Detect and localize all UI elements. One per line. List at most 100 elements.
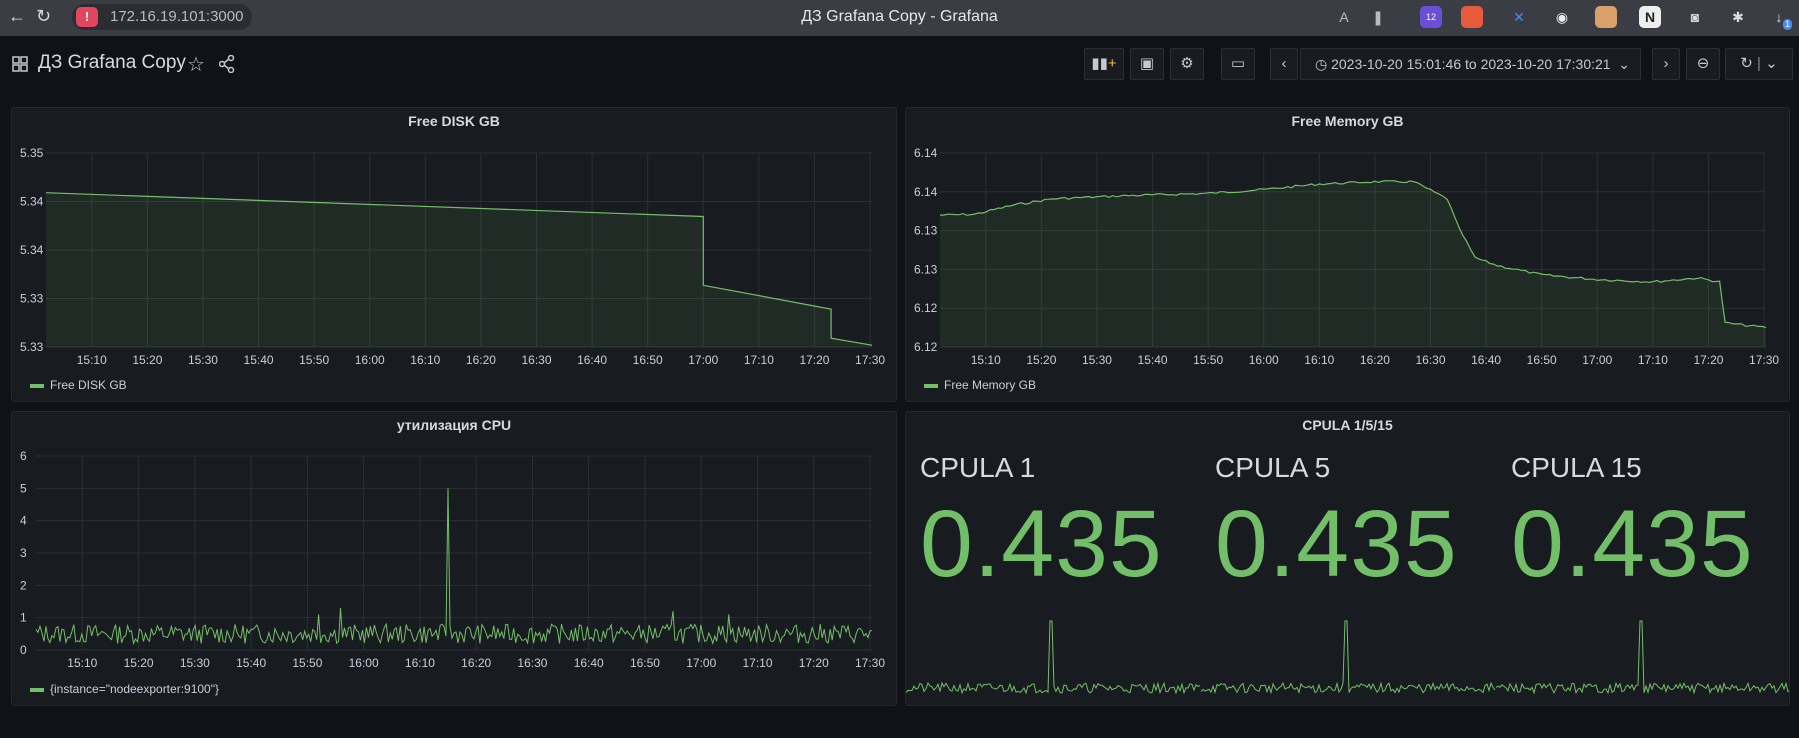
y-tick-label: 5.34 bbox=[20, 195, 44, 209]
x-tick-label: 17:10 bbox=[744, 353, 774, 367]
extension-badge-icon[interactable]: 12 bbox=[1420, 6, 1442, 28]
extensions-puzzle-icon[interactable]: ✱ bbox=[1727, 6, 1749, 28]
x-tick-label: 16:00 bbox=[1249, 353, 1279, 367]
legend-item[interactable]: {instance="nodeexporter:9100"} bbox=[30, 682, 219, 696]
x-tick-label: 16:50 bbox=[630, 656, 660, 670]
cpu-utilization-chart[interactable]: 0 1 2 3 4 5 6 15:10 15:20 15:30 15:40 15:50 16:00 16:… bbox=[12, 412, 897, 682]
x-tick-label: 17:00 bbox=[686, 656, 716, 670]
extension-icon[interactable]: ✕ bbox=[1508, 6, 1530, 28]
chevron-left-icon: ‹ bbox=[1281, 55, 1287, 72]
y-tick-label: 6.12 bbox=[914, 301, 938, 315]
refresh-button[interactable]: ↻ | ⌄ bbox=[1725, 48, 1793, 80]
stat-cpula-5[interactable]: CPULA 5 0.435 bbox=[1215, 452, 1515, 599]
stat-name: CPULA 5 bbox=[1215, 452, 1331, 483]
time-back-button[interactable]: ‹ bbox=[1270, 48, 1298, 80]
x-tick-label: 17:20 bbox=[799, 353, 829, 367]
stat-value: 0.435 bbox=[920, 491, 1163, 597]
y-tick-label: 5.35 bbox=[20, 146, 44, 160]
panel-free-disk[interactable]: Free DISK GB 5.33 5.33 5.34 5.34 5.35 15:10 15… bbox=[11, 107, 897, 402]
panel-cpula[interactable]: CPULA 1/5/15 CPULA 1 0.435 CPULA 5 0.435… bbox=[905, 411, 1790, 706]
chevron-down-icon: ⌄ bbox=[1618, 56, 1630, 72]
x-tick-label: 16:40 bbox=[577, 353, 607, 367]
stat-value: 0.435 bbox=[1511, 491, 1754, 597]
x-tick-label: 17:30 bbox=[855, 656, 885, 670]
legend-label: Free DISK GB bbox=[50, 378, 127, 392]
x-tick-label: 16:50 bbox=[633, 353, 663, 367]
x-tick-label: 17:00 bbox=[1582, 353, 1612, 367]
dashboard-title[interactable]: ДЗ Grafana Copy bbox=[38, 52, 186, 74]
tv-mode-button[interactable]: ▭ bbox=[1221, 48, 1255, 80]
chevron-right-icon: › bbox=[1663, 55, 1669, 72]
x-tick-label: 15:50 bbox=[299, 353, 329, 367]
y-tick-label: 5.33 bbox=[20, 340, 44, 354]
x-tick-label: 15:30 bbox=[180, 656, 210, 670]
y-tick-label: 5 bbox=[20, 481, 27, 495]
time-range-picker[interactable]: ◷ 2023-10-20 15:01:46 to 2023-10-20 17:3… bbox=[1300, 48, 1641, 80]
legend-label: Free Memory GB bbox=[944, 378, 1037, 392]
gear-icon: ⚙ bbox=[1180, 55, 1194, 72]
cpula-sparkline bbox=[906, 620, 1789, 695]
save-icon: ▣ bbox=[1139, 55, 1155, 72]
x-tick-label: 15:50 bbox=[292, 656, 322, 670]
sparkline-series bbox=[906, 620, 1201, 695]
free-memory-chart[interactable]: 6.12 6.12 6.13 6.13 6.14 6.14 15:10 15:20 15:30 1… bbox=[906, 108, 1790, 378]
x-tick-label: 15:10 bbox=[77, 353, 107, 367]
x-tick-label: 16:40 bbox=[1471, 353, 1501, 367]
download-icon[interactable]: ↓ 1 bbox=[1768, 6, 1792, 30]
clock-icon: ◷ bbox=[1315, 56, 1328, 72]
x-tick-label: 15:40 bbox=[1138, 353, 1168, 367]
y-tick-label: 6.12 bbox=[914, 340, 938, 354]
free-disk-chart[interactable]: 5.33 5.33 5.34 5.34 5.35 15:10 15:20 15:30 15:40… bbox=[12, 108, 897, 378]
bookmark-icon[interactable]: ❚ bbox=[1367, 6, 1389, 28]
x-tick-label: 17:00 bbox=[688, 353, 718, 367]
share-icon[interactable] bbox=[219, 55, 235, 73]
y-tick-label: 4 bbox=[20, 514, 27, 528]
legend-item[interactable]: Free DISK GB bbox=[30, 378, 127, 392]
legend-item[interactable]: Free Memory GB bbox=[924, 378, 1036, 392]
stat-cpula-15[interactable]: CPULA 15 0.435 bbox=[1511, 452, 1789, 599]
x-tick-label: 16:00 bbox=[349, 656, 379, 670]
panel-title[interactable]: CPULA 1/5/15 bbox=[906, 417, 1789, 433]
add-panel-button[interactable]: ▮▮+ bbox=[1084, 48, 1124, 80]
camera-icon[interactable]: ◙ bbox=[1684, 6, 1706, 28]
x-tick-label: 16:00 bbox=[355, 353, 385, 367]
x-tick-label: 17:10 bbox=[1638, 353, 1668, 367]
x-tick-label: 17:30 bbox=[855, 353, 885, 367]
y-tick-label: 6.14 bbox=[914, 146, 938, 160]
x-tick-label: 16:50 bbox=[1527, 353, 1557, 367]
stat-cpula-1[interactable]: CPULA 1 0.435 bbox=[920, 452, 1220, 599]
panel-free-memory[interactable]: Free Memory GB 6.12 6.12 6.13 6.13 6.14 6.14 1… bbox=[905, 107, 1790, 402]
sparkline-series bbox=[1495, 620, 1789, 695]
x-tick-label: 15:20 bbox=[124, 656, 154, 670]
time-forward-button[interactable]: › bbox=[1652, 48, 1680, 80]
y-tick-label: 5.33 bbox=[20, 292, 44, 306]
plus-icon: + bbox=[1107, 55, 1117, 72]
x-tick-label: 17:20 bbox=[1693, 353, 1723, 367]
x-tick-label: 16:20 bbox=[1360, 353, 1390, 367]
dashboards-grid-icon[interactable] bbox=[12, 56, 28, 72]
extension-icon[interactable] bbox=[1595, 6, 1617, 28]
y-tick-label: 0 bbox=[20, 643, 27, 657]
save-dashboard-button[interactable]: ▣ bbox=[1130, 48, 1164, 80]
x-tick-label: 17:20 bbox=[799, 656, 829, 670]
lightbulb-icon[interactable]: ◉ bbox=[1551, 6, 1573, 28]
time-range-text: 2023-10-20 15:01:46 to 2023-10-20 17:30:… bbox=[1331, 56, 1611, 72]
legend-label: {instance="nodeexporter:9100"} bbox=[50, 682, 219, 696]
refresh-icon: ↻ bbox=[1740, 55, 1753, 72]
extension-icon[interactable] bbox=[1461, 6, 1483, 28]
y-tick-label: 6.13 bbox=[914, 262, 938, 276]
series-area bbox=[940, 180, 1766, 347]
x-tick-label: 15:50 bbox=[1193, 353, 1223, 367]
x-tick-label: 15:20 bbox=[132, 353, 162, 367]
translate-icon[interactable]: A bbox=[1333, 6, 1355, 28]
x-tick-label: 16:30 bbox=[521, 353, 551, 367]
y-tick-label: 3 bbox=[20, 546, 27, 560]
dashboard-settings-button[interactable]: ⚙ bbox=[1170, 48, 1204, 80]
star-icon[interactable]: ☆ bbox=[187, 52, 205, 77]
notion-icon[interactable]: N bbox=[1639, 6, 1661, 28]
zoom-out-icon: ⊖ bbox=[1696, 55, 1710, 72]
zoom-out-button[interactable]: ⊖ bbox=[1686, 48, 1720, 80]
y-tick-label: 6.13 bbox=[914, 224, 938, 238]
panel-cpu-utilization[interactable]: утилизация CPU 0 1 2 3 4 5 6 15:10 15:20 15:30 15:… bbox=[11, 411, 897, 706]
add-panel-icon: ▮▮ bbox=[1091, 55, 1108, 72]
